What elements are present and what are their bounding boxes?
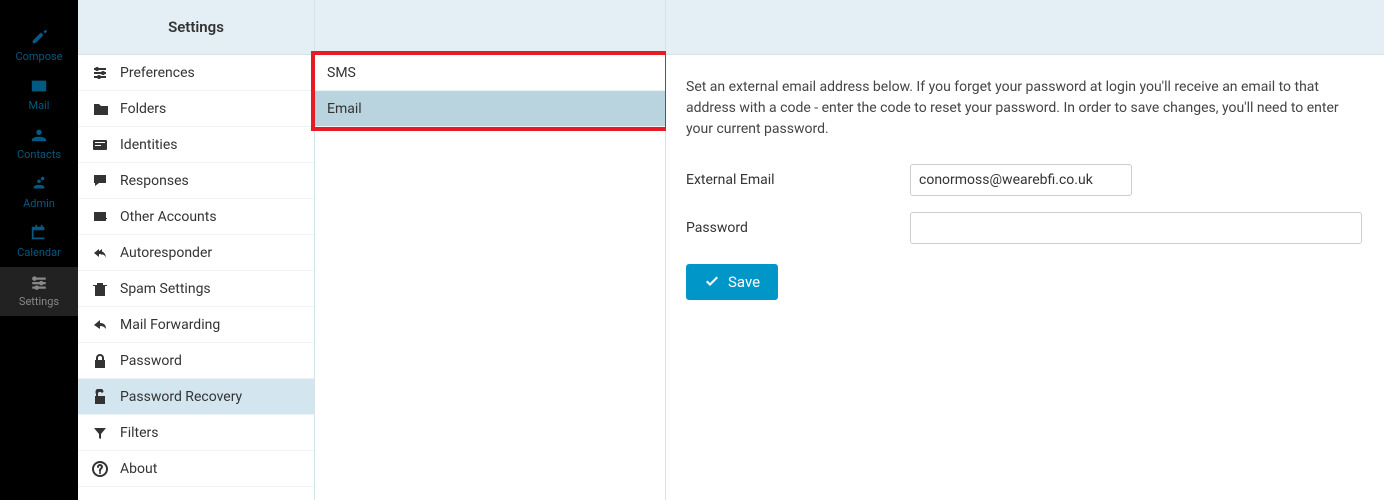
- recovery-header-blank: [315, 0, 665, 55]
- recovery-item-label: SMS: [327, 65, 356, 81]
- recovery-highlight: SMS Email: [311, 51, 669, 131]
- reply-all-icon: [92, 245, 108, 261]
- form-row-password: Password: [686, 212, 1364, 244]
- filter-icon: [92, 425, 108, 441]
- lock-icon: [92, 353, 108, 369]
- calendar-icon: [30, 224, 48, 242]
- password-label: Password: [686, 218, 910, 239]
- trash-icon: [92, 281, 108, 297]
- settings-item-filters[interactable]: Filters: [78, 415, 314, 451]
- settings-item-label: Responses: [120, 173, 189, 189]
- envelope-plus-icon: [92, 209, 108, 225]
- settings-item-responses[interactable]: Responses: [78, 163, 314, 199]
- settings-item-about[interactable]: About: [78, 451, 314, 487]
- nav-label: Calendar: [17, 246, 61, 259]
- settings-item-label: Spam Settings: [120, 281, 211, 297]
- app-nav: Compose Mail Contacts Admin Calendar Set…: [0, 0, 78, 500]
- settings-icon: [30, 273, 48, 291]
- nav-calendar[interactable]: Calendar: [0, 218, 78, 267]
- folder-icon: [92, 101, 108, 117]
- recovery-item-label: Email: [327, 101, 362, 117]
- nav-compose[interactable]: Compose: [0, 22, 78, 71]
- settings-item-label: Identities: [120, 137, 177, 153]
- nav-label: Settings: [19, 295, 59, 308]
- main-panel: Set an external email address below. If …: [666, 0, 1384, 500]
- password-input[interactable]: [910, 212, 1362, 244]
- recovery-item-sms[interactable]: SMS: [315, 55, 665, 91]
- compose-icon: [30, 28, 48, 46]
- form-row-email: External Email: [686, 164, 1364, 196]
- email-input[interactable]: [910, 164, 1132, 196]
- settings-header: Settings: [78, 0, 314, 55]
- unlock-icon: [92, 389, 108, 405]
- settings-item-password[interactable]: Password: [78, 343, 314, 379]
- recovery-item-email[interactable]: Email: [315, 91, 665, 127]
- settings-item-label: Mail Forwarding: [120, 317, 220, 333]
- admin-icon: [30, 175, 48, 193]
- sliders-icon: [92, 65, 108, 81]
- id-card-icon: [92, 137, 108, 153]
- settings-item-password-recovery[interactable]: Password Recovery: [78, 379, 314, 415]
- main-header-blank: [666, 0, 1384, 55]
- mail-icon: [30, 77, 48, 95]
- save-button[interactable]: Save: [686, 264, 778, 300]
- settings-item-folders[interactable]: Folders: [78, 91, 314, 127]
- share-icon: [92, 317, 108, 333]
- nav-label: Admin: [23, 197, 55, 210]
- recovery-list: SMS Email: [315, 55, 665, 500]
- nav-label: Contacts: [17, 148, 61, 161]
- settings-item-label: About: [120, 461, 157, 477]
- settings-item-identities[interactable]: Identities: [78, 127, 314, 163]
- recovery-panel: SMS Email: [315, 0, 666, 500]
- nav-admin[interactable]: Admin: [0, 169, 78, 218]
- recovery-description: Set an external email address below. If …: [686, 77, 1364, 140]
- email-label: External Email: [686, 170, 910, 191]
- settings-item-preferences[interactable]: Preferences: [78, 55, 314, 91]
- settings-item-label: Folders: [120, 101, 166, 117]
- settings-list: Preferences Folders Identities Responses…: [78, 55, 314, 500]
- settings-item-label: Filters: [120, 425, 159, 441]
- settings-item-label: Password: [120, 353, 182, 369]
- settings-item-label: Other Accounts: [120, 209, 217, 225]
- settings-item-label: Autoresponder: [120, 245, 212, 261]
- settings-item-label: Password Recovery: [120, 389, 242, 405]
- nav-settings[interactable]: Settings: [0, 267, 78, 316]
- nav-contacts[interactable]: Contacts: [0, 120, 78, 169]
- settings-item-autoresponder[interactable]: Autoresponder: [78, 235, 314, 271]
- save-button-label: Save: [728, 273, 760, 291]
- contacts-icon: [30, 126, 48, 144]
- settings-panel: Settings Preferences Folders Identities …: [78, 0, 315, 500]
- main-content: Set an external email address below. If …: [666, 55, 1384, 500]
- nav-label: Compose: [15, 50, 62, 63]
- settings-item-label: Preferences: [120, 65, 195, 81]
- settings-item-other-accounts[interactable]: Other Accounts: [78, 199, 314, 235]
- settings-item-spam[interactable]: Spam Settings: [78, 271, 314, 307]
- question-icon: [92, 461, 108, 477]
- nav-label: Mail: [29, 99, 50, 112]
- settings-item-forwarding[interactable]: Mail Forwarding: [78, 307, 314, 343]
- comment-icon: [92, 173, 108, 189]
- nav-mail[interactable]: Mail: [0, 71, 78, 120]
- check-icon: [704, 274, 720, 290]
